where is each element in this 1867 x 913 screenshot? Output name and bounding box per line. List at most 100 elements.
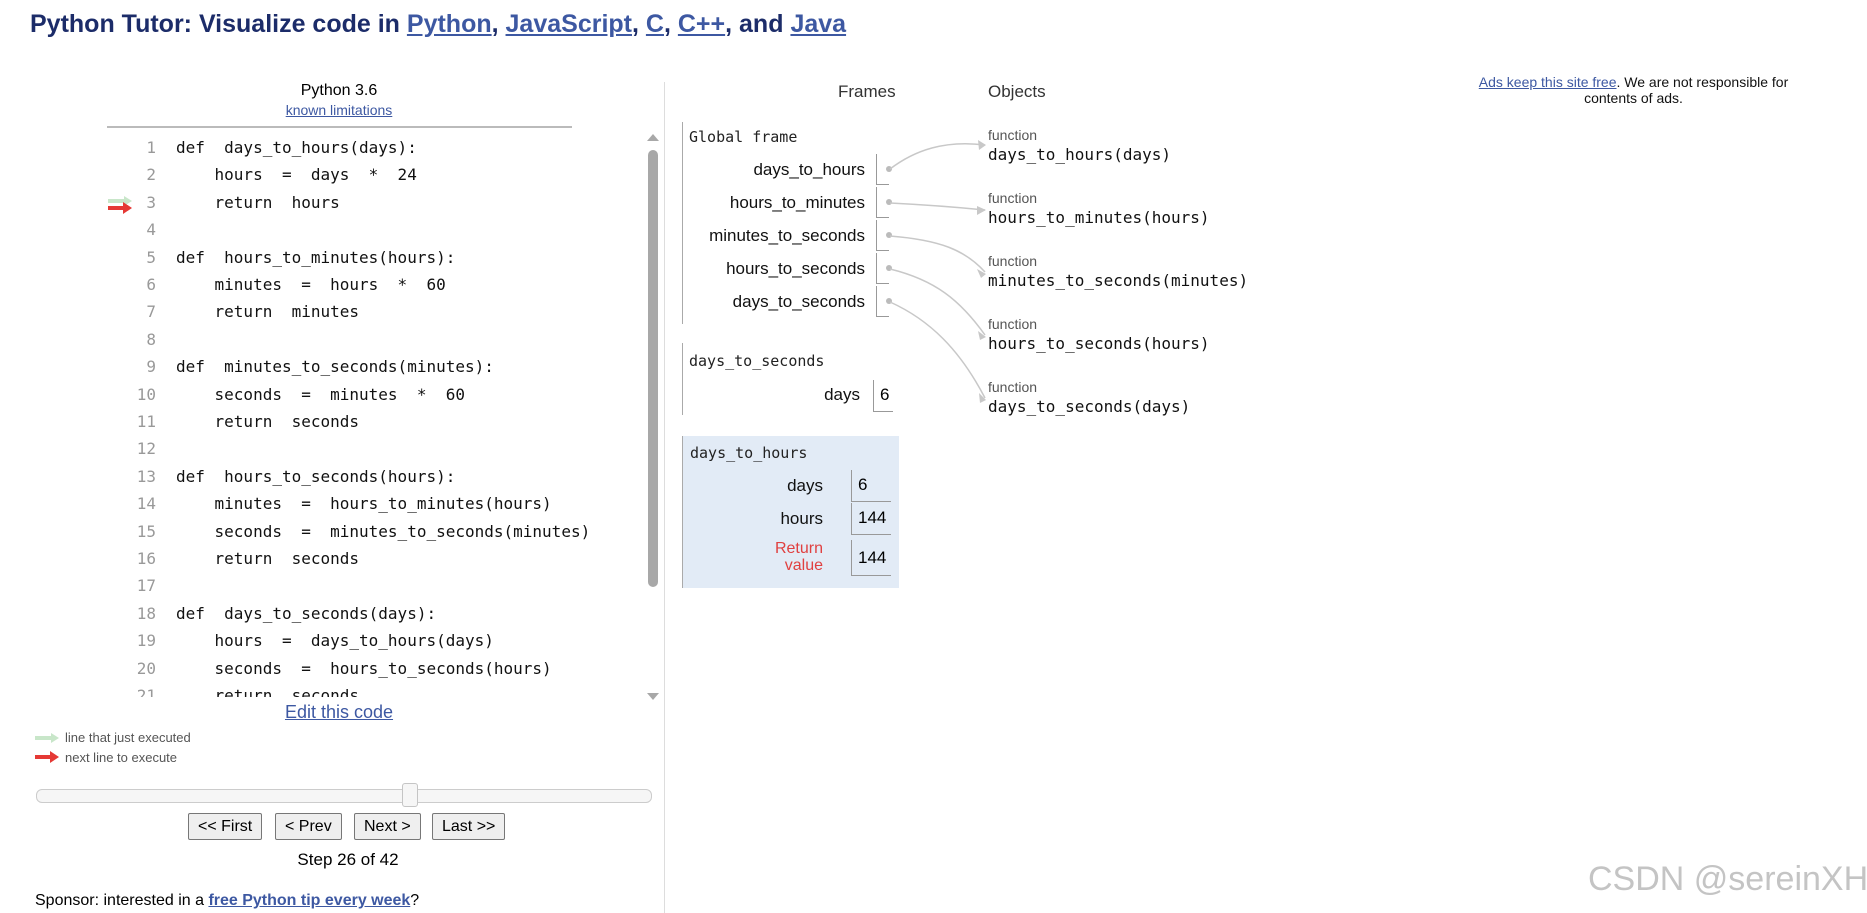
frame-var-name: days	[824, 385, 860, 404]
pointer-dot-icon	[886, 232, 892, 238]
global-var-name: minutes_to_seconds	[709, 226, 865, 245]
line-number: 9	[146, 357, 156, 377]
link-javascript[interactable]: JavaScript	[506, 10, 632, 38]
watermark: CSDN @sereinXH	[1588, 860, 1867, 898]
edit-code-link[interactable]: Edit this code	[108, 702, 570, 723]
global-var-name: hours_to_seconds	[726, 259, 865, 278]
code-scrollbar[interactable]	[645, 130, 661, 700]
code-line: 4	[108, 216, 176, 243]
pointer-arrow	[889, 235, 986, 273]
frame-var-value: 6	[873, 380, 893, 412]
code-line: 10 seconds = minutes * 60	[108, 381, 465, 408]
line-number: 14	[136, 494, 156, 514]
frame-var-name: hours	[780, 509, 823, 528]
object-type: function	[988, 190, 1038, 206]
active-frame-days-to-hours: days_to_hours days 6 hours 144 Return va…	[682, 436, 899, 588]
code-display[interactable]: 1 def days_to_hours(days): 2 hours = days …	[108, 132, 638, 697]
sponsor-suffix: ?	[410, 892, 420, 909]
pointer-arrow	[889, 268, 986, 336]
pointer-dot-icon	[886, 199, 892, 205]
line-number: 8	[146, 329, 156, 349]
line-number: 21	[136, 686, 156, 697]
code-line: 18 def days_to_seconds(days):	[108, 600, 436, 627]
code-line: 21 return seconds	[108, 682, 359, 697]
code-line: 1 def days_to_hours(days):	[108, 134, 416, 161]
code-text: return hours	[176, 192, 340, 212]
line-number: 16	[136, 549, 156, 568]
object-type: function	[988, 253, 1038, 269]
sep: , and	[725, 10, 791, 38]
step-slider[interactable]	[36, 783, 652, 807]
line-number: 15	[136, 521, 156, 541]
code-line: 6 minutes = hours * 60	[108, 271, 446, 298]
ads-notice: Ads keep this site free. We are not resp…	[1456, 74, 1811, 106]
line-number: 11	[136, 412, 156, 431]
sponsor-text: Sponsor: interested in a free Python tip…	[35, 892, 419, 910]
step-slider-handle[interactable]	[402, 783, 418, 807]
code-text: return seconds	[176, 549, 360, 568]
line-number: 2	[146, 165, 156, 185]
frame-days-to-seconds-title: days_to_seconds	[689, 352, 825, 370]
sep: ,	[491, 10, 506, 38]
link-c[interactable]: C	[646, 10, 664, 38]
global-frame-title: Global frame	[689, 128, 798, 146]
step-counter: Step 26 of 42	[297, 850, 399, 869]
code-text: seconds = minutes_to_seconds(minutes)	[176, 521, 591, 541]
scroll-down-icon[interactable]	[645, 690, 661, 704]
link-cpp[interactable]: C++	[678, 10, 725, 38]
function-object: days_to_seconds(days)	[988, 397, 1191, 416]
line-number: 3	[146, 192, 156, 212]
frame-days-to-seconds-border	[682, 343, 683, 415]
code-text: def hours_to_seconds(hours):	[176, 466, 456, 486]
code-line: 16 return seconds	[108, 545, 359, 572]
sep: ,	[632, 10, 646, 38]
object-type: function	[988, 379, 1038, 395]
code-line: 14 minutes = hours_to_minutes(hours)	[108, 490, 552, 517]
code-line: 19 hours = days_to_hours(days)	[108, 627, 494, 654]
legend-next-line: next line to execute	[35, 750, 177, 766]
link-java[interactable]: Java	[790, 10, 846, 38]
ads-link[interactable]: Ads keep this site free	[1479, 74, 1617, 90]
frames-heading: Frames	[838, 82, 896, 101]
code-text: return seconds	[176, 686, 360, 697]
code-line: 13 def hours_to_seconds(hours):	[108, 463, 456, 490]
line-number: 6	[146, 275, 156, 294]
code-text: def days_to_seconds(days):	[176, 603, 437, 623]
code-text: return minutes	[176, 302, 360, 322]
code-line: 15 seconds = minutes_to_seconds(minutes)	[108, 518, 590, 545]
pointer-arrowhead-icon	[978, 331, 986, 340]
return-value: 144	[851, 540, 891, 576]
prev-button[interactable]: < Prev	[275, 813, 342, 840]
line-number: 5	[146, 247, 156, 267]
legend-next-line-text: next line to execute	[65, 750, 178, 765]
line-number: 4	[146, 220, 156, 240]
language-info: Python 3.6 known limitations	[108, 82, 570, 118]
last-button[interactable]: Last >>	[432, 813, 506, 840]
sponsor-prefix: Sponsor: interested in a	[35, 892, 209, 909]
code-header-divider	[107, 126, 572, 128]
global-var-name: days_to_hours	[753, 160, 865, 179]
code-text: def minutes_to_seconds(minutes):	[176, 357, 494, 377]
pointer-arrow	[889, 202, 986, 211]
link-python[interactable]: Python	[407, 10, 492, 38]
object-type: function	[988, 316, 1038, 332]
legend-just-executed-text: line that just executed	[65, 730, 191, 745]
sep: ,	[663, 10, 678, 38]
next-button[interactable]: Next >	[354, 813, 421, 840]
pointer-dot-icon	[886, 166, 892, 172]
scroll-up-icon[interactable]	[645, 130, 661, 144]
function-object: minutes_to_seconds(minutes)	[988, 271, 1249, 290]
global-var-name: days_to_seconds	[732, 292, 865, 311]
scroll-thumb[interactable]	[648, 150, 658, 587]
code-line: 12	[108, 435, 176, 462]
object-type: function	[988, 127, 1038, 143]
first-button[interactable]: << First	[188, 813, 263, 840]
function-object: days_to_hours(days)	[988, 145, 1172, 164]
code-line: 2 hours = days * 24	[108, 161, 416, 188]
code-text: minutes = hours * 60	[176, 275, 446, 294]
known-limitations-link[interactable]: known limitations	[108, 102, 570, 118]
sponsor-link[interactable]: free Python tip every week	[208, 892, 410, 909]
return-value-label: Return value	[774, 540, 823, 574]
code-text: seconds = minutes * 60	[176, 384, 465, 404]
function-object: hours_to_minutes(hours)	[988, 208, 1210, 227]
